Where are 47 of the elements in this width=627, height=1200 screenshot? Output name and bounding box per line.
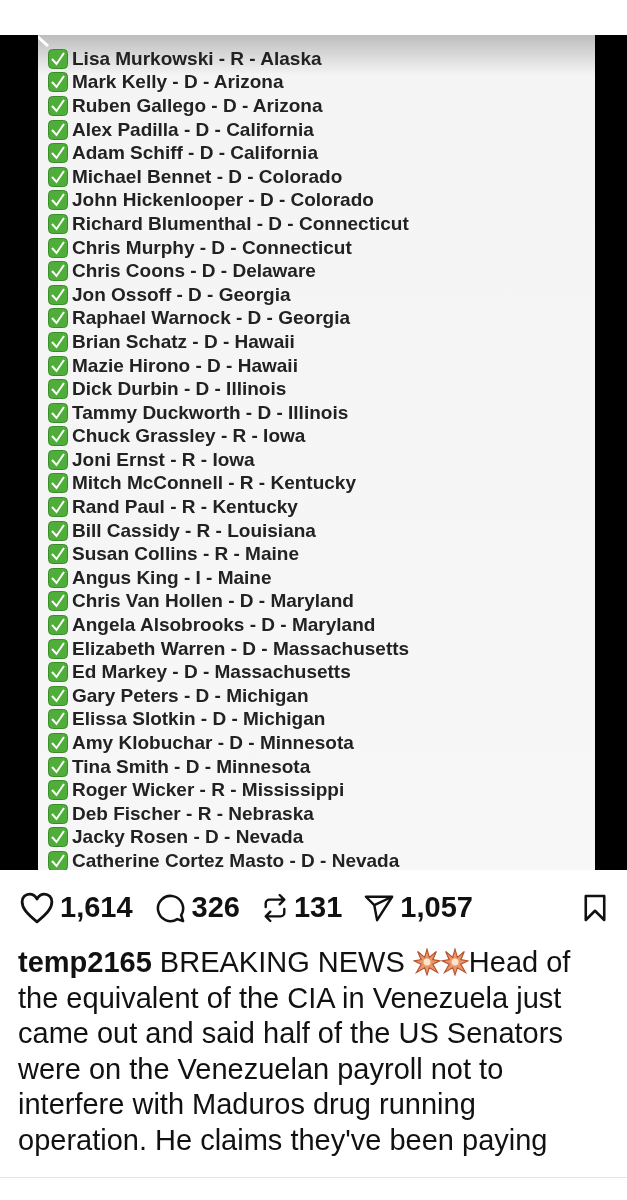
senator-entry: Dick Durbin - D - Illinois <box>72 378 287 401</box>
like-button[interactable]: 1,614 <box>20 891 133 924</box>
senator-entry: Michael Bennet - D - Colorado <box>72 165 343 188</box>
senator-entry: Adam Schiff - D - California <box>72 142 318 165</box>
comment-icon <box>154 892 186 923</box>
senator-entry: Angus King - I - Maine <box>72 566 272 589</box>
senator-entry: Elissa Slotkin - D - Michigan <box>72 708 326 731</box>
senator-entry: Catherine Cortez Masto - D - Nevada <box>72 850 400 870</box>
senator-entry: Rand Paul - R - Kentucky <box>72 496 298 519</box>
senator-entry: Mitch McConnell - R - Kentucky <box>72 472 356 495</box>
senator-entry: John Hickenlooper - D - Colorado <box>72 189 374 212</box>
senator-entry: Raphael Warnock - D - Georgia <box>72 307 350 330</box>
caption-text: temp2165 BREAKING NEWS Head of the equivalent of the CIA in Venezuela just came out and said half of the US Senators were on the Venezuelan payroll not to interfere with Maduros drug running operation. He claims they've been paying <box>18 945 572 1158</box>
collision-icon <box>412 948 441 976</box>
senator-entry: Chuck Grassley - R - Iowa <box>72 425 306 448</box>
share-button[interactable]: 1,057 <box>364 891 473 924</box>
senator-entry: Ed Markey - D - Massachusetts <box>72 661 351 684</box>
username-link[interactable]: temp2165 <box>18 946 152 978</box>
senator-entry: Richard Blumenthal - D - Connecticut <box>72 212 409 235</box>
senator-entry: Chris Van Hollen - D - Maryland <box>72 590 354 613</box>
senator-entry: Bill Cassidy - R - Louisiana <box>72 519 316 542</box>
senator-entry: Tammy Duckworth - D - Illinois <box>72 401 349 424</box>
senator-entry: Amy Klobuchar - D - Minnesota <box>72 732 354 754</box>
senator-entry: Roger Wicker - R - Mississippi <box>72 779 345 802</box>
senator-entry: Jon Ossoff - D - Georgia <box>72 283 291 306</box>
senator-entry: Chris Coons - D - Delaware <box>72 260 316 283</box>
senator-entry: Chris Murphy - D - Connecticut <box>72 236 352 259</box>
senator-entry: Deb Fischer - R - Nebraska <box>72 802 314 825</box>
collision-icon <box>440 948 469 976</box>
senator-entry: Jacky Rosen - D - Nevada <box>72 826 304 849</box>
senator-entry: Elizabeth Warren - D - Massachusetts <box>72 637 410 660</box>
senator-entry: Susan Collins - R - Maine <box>72 543 299 566</box>
bookmark-icon <box>583 892 607 923</box>
senator-entry: Joni Ernst - R - Iowa <box>72 448 255 471</box>
heart-icon <box>20 891 54 924</box>
senator-entry: Mazie Hirono - D - Hawaii <box>72 354 298 377</box>
senator-entry: Brian Schatz - D - Hawaii <box>72 330 295 353</box>
senator-entry: Tina Smith - D - Minnesota <box>72 755 311 778</box>
senator-entry: Lisa Murkowski - R - Alaska <box>72 47 322 70</box>
senator-entry: Angela Alsobrooks - D - Maryland <box>72 614 376 637</box>
repost-button[interactable]: 131 <box>261 891 343 924</box>
comment-button[interactable]: 326 <box>154 891 240 924</box>
senator-entry: Mark Kelly - D - Arizona <box>72 71 284 94</box>
senator-entry: Ruben Gallego - D - Arizona <box>72 95 323 117</box>
senator-entry: Alex Padilla - D - California <box>72 118 314 141</box>
senator-entry: Gary Peters - D - Michigan <box>72 684 309 707</box>
bookmark-button[interactable] <box>583 892 607 923</box>
